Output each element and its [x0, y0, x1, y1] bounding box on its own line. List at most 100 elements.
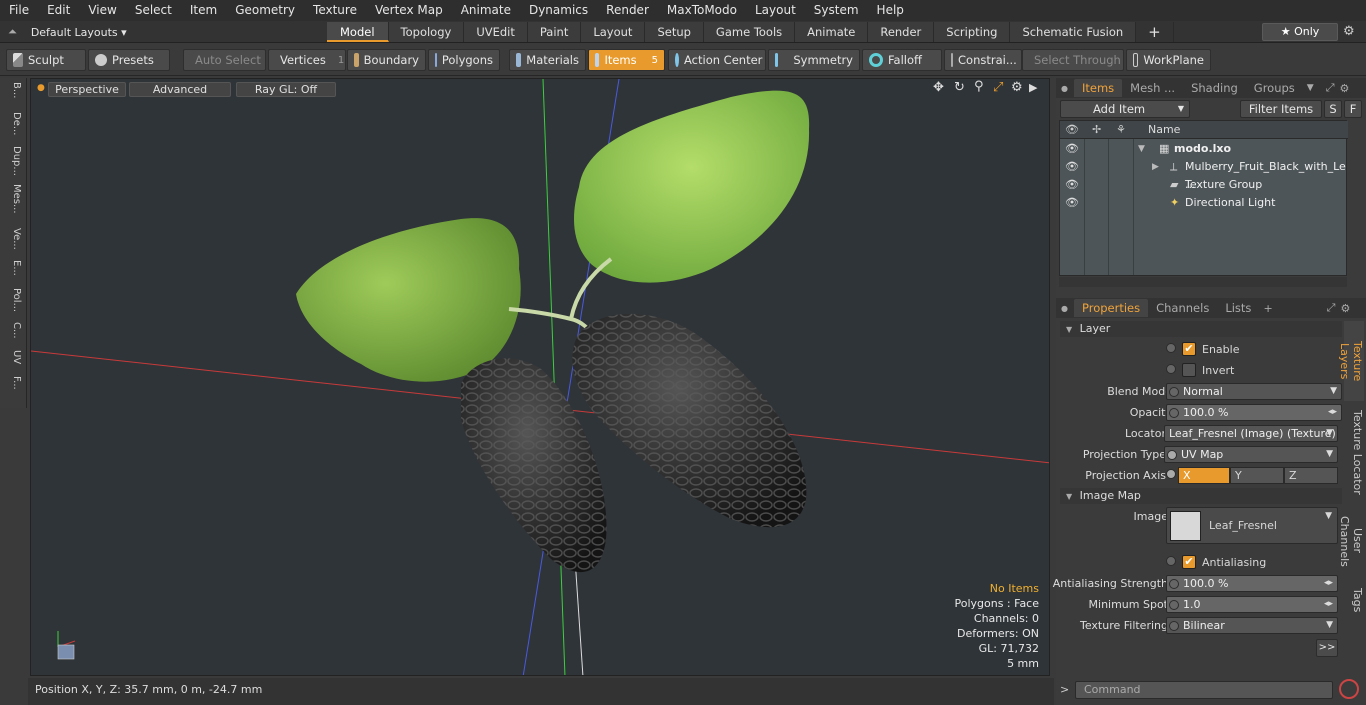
list-item[interactable]: 👁 ✦ Directional Light: [1060, 194, 1348, 212]
add-tab-button[interactable]: +: [1136, 22, 1174, 42]
zoom-view-icon[interactable]: ⚲: [974, 79, 984, 94]
layer-section-header[interactable]: ▼ Layer: [1060, 321, 1342, 337]
tab-model[interactable]: Model: [327, 22, 389, 42]
constraints-button[interactable]: Constrai...: [944, 49, 1022, 71]
viewport-more-icon[interactable]: ▶: [1029, 81, 1037, 94]
menu-layout[interactable]: Layout: [746, 0, 805, 21]
maximize-view-icon[interactable]: ⤢: [993, 80, 1003, 95]
add-item-button[interactable]: Add Item ▼: [1060, 100, 1190, 118]
vertices-button[interactable]: Vertices 1: [268, 49, 346, 71]
auto-select-button[interactable]: Auto Select: [183, 49, 266, 71]
falloff-button[interactable]: Falloff: [862, 49, 942, 71]
menu-select[interactable]: Select: [126, 0, 181, 21]
tab-mesh[interactable]: Mesh ...: [1122, 79, 1183, 97]
menu-geometry[interactable]: Geometry: [226, 0, 304, 21]
left-tab-fusion[interactable]: F...: [4, 376, 22, 390]
polygons-button[interactable]: Polygons: [428, 49, 500, 71]
visibility-eye-icon[interactable]: 👁: [1065, 176, 1079, 194]
add-tab-icon[interactable]: +: [1263, 302, 1272, 315]
item-list-scroll-handle[interactable]: [1059, 277, 1347, 287]
side-tab-user-channels[interactable]: User Channels: [1338, 502, 1364, 580]
visibility-eye-icon[interactable]: 👁: [1065, 158, 1079, 176]
opacity-field[interactable]: 100.0 % ◂▸: [1166, 404, 1342, 421]
list-item[interactable]: 👁 ▼ ▦ modo.lxo: [1060, 140, 1348, 158]
tab-shading[interactable]: Shading: [1183, 79, 1246, 97]
tab-setup[interactable]: Setup: [645, 22, 704, 42]
settings-gear-icon[interactable]: ⚙: [1343, 24, 1355, 39]
menu-render[interactable]: Render: [597, 0, 658, 21]
slider-arrows-icon[interactable]: ◂▸: [1324, 576, 1333, 591]
slider-arrows-icon[interactable]: ◂▸: [1328, 405, 1337, 420]
menu-animate[interactable]: Animate: [452, 0, 520, 21]
f-button[interactable]: F: [1344, 100, 1362, 118]
texture-filtering-select[interactable]: Bilinear ▼: [1166, 617, 1338, 634]
command-input[interactable]: Command: [1075, 681, 1333, 699]
tab-groups[interactable]: Groups: [1246, 79, 1303, 97]
panel-expand-icon[interactable]: ⤢: [1327, 301, 1336, 315]
tab-schematic-fusion[interactable]: Schematic Fusion: [1010, 22, 1137, 42]
axis-x-button[interactable]: X: [1178, 467, 1230, 484]
boundary-button[interactable]: Boundary: [347, 49, 426, 71]
layouts-dropdown[interactable]: ⏶ Default Layouts ▾: [8, 23, 127, 41]
side-tab-texture-locator[interactable]: Texture Locator: [1344, 409, 1364, 495]
left-tab-vertex[interactable]: Ve...: [4, 228, 22, 250]
tab-animate[interactable]: Animate: [795, 22, 869, 42]
tab-items[interactable]: Items: [1073, 79, 1123, 97]
locator-select[interactable]: Leaf_Fresnel (Image) (Texture) ▼: [1164, 425, 1338, 442]
presets-button[interactable]: Presets: [88, 49, 170, 71]
filter-items-button[interactable]: Filter Items: [1240, 100, 1322, 118]
axis-dot[interactable]: [1166, 469, 1176, 479]
tab-channels[interactable]: Channels: [1148, 299, 1217, 317]
select-through-button[interactable]: Select Through: [1022, 49, 1124, 71]
tab-topology[interactable]: Topology: [388, 22, 465, 42]
panel-settings-icon[interactable]: ⚙: [1340, 302, 1350, 315]
3d-viewport[interactable]: ● Perspective Advanced Ray GL: Off ✥ ↻ ⚲…: [30, 78, 1050, 676]
command-expand-icon[interactable]: >: [1060, 683, 1069, 696]
expand-arrow-icon[interactable]: ▶: [1152, 158, 1159, 176]
tab-properties[interactable]: Properties: [1073, 299, 1149, 317]
symmetry-button[interactable]: Symmetry: [768, 49, 860, 71]
tab-uvedit[interactable]: UVEdit: [464, 22, 528, 42]
items-button[interactable]: Items 5: [588, 49, 665, 71]
menu-help[interactable]: Help: [868, 0, 913, 21]
perspective-button[interactable]: Perspective: [48, 82, 126, 97]
projection-type-select[interactable]: UV Map ▼: [1164, 446, 1338, 463]
left-tab-curve[interactable]: C...: [4, 322, 22, 339]
expand-arrow-icon[interactable]: ▼: [1138, 140, 1145, 158]
aa-strength-field[interactable]: 100.0 % ◂▸: [1166, 575, 1338, 592]
menu-maxtomodo[interactable]: MaxToModo: [658, 0, 746, 21]
left-tab-duplicate[interactable]: Dup...: [4, 146, 22, 176]
antialiasing-checkbox[interactable]: ✔: [1182, 555, 1196, 569]
scene-canvas[interactable]: [31, 79, 1050, 676]
rotate-view-icon[interactable]: ↻: [954, 80, 965, 95]
tab-game-tools[interactable]: Game Tools: [703, 22, 796, 42]
blend-mode-select[interactable]: Normal ▼: [1166, 383, 1342, 400]
visibility-eye-icon[interactable]: 👁: [1065, 140, 1079, 158]
menu-vertex-map[interactable]: Vertex Map: [366, 0, 452, 21]
raygl-button[interactable]: Ray GL: Off: [236, 82, 336, 97]
axis-z-button[interactable]: Z: [1284, 467, 1338, 484]
collapse-icon[interactable]: ⏶: [8, 25, 17, 39]
min-spot-field[interactable]: 1.0 ◂▸: [1166, 596, 1338, 613]
antialiasing-dot[interactable]: [1166, 556, 1176, 566]
invert-checkbox[interactable]: [1182, 363, 1196, 377]
visibility-eye-icon[interactable]: 👁: [1065, 194, 1079, 212]
tab-scripting[interactable]: Scripting: [934, 22, 1011, 42]
image-map-section-header[interactable]: ▼ Image Map: [1060, 488, 1342, 504]
panel-expand-icon[interactable]: ⤢: [1326, 81, 1335, 95]
invert-dot[interactable]: [1166, 364, 1176, 374]
viewport-dot-icon[interactable]: ●: [37, 83, 45, 93]
left-tab-edge[interactable]: E...: [4, 260, 22, 276]
left-tab-basic[interactable]: B...: [4, 82, 22, 98]
menu-view[interactable]: View: [79, 0, 125, 21]
more-button[interactable]: >>: [1316, 639, 1338, 657]
menu-dynamics[interactable]: Dynamics: [520, 0, 597, 21]
action-center-button[interactable]: Action Center: [668, 49, 766, 71]
left-tab-mesh-edit[interactable]: Mes...: [4, 184, 22, 214]
only-button[interactable]: ★ Only: [1262, 23, 1338, 41]
menu-item[interactable]: Item: [181, 0, 226, 21]
side-tab-texture-layers[interactable]: Texture Layers: [1338, 321, 1364, 401]
workplane-button[interactable]: WorkPlane: [1126, 49, 1211, 71]
tab-layout[interactable]: Layout: [581, 22, 646, 42]
slider-arrows-icon[interactable]: ◂▸: [1324, 597, 1333, 612]
